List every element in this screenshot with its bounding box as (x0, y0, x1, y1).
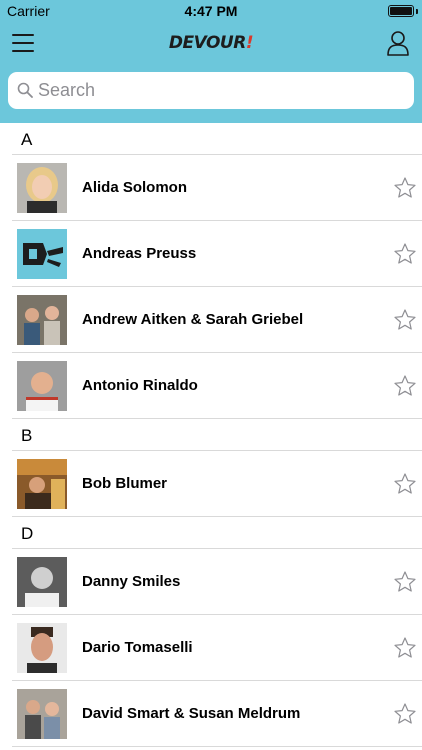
logo-text: DEVOUR (168, 33, 246, 53)
avatar (17, 557, 67, 607)
list-item[interactable]: Danny Smiles (12, 549, 422, 615)
avatar (17, 229, 67, 279)
battery-icon (388, 5, 414, 17)
person-name: Alida Solomon (82, 179, 187, 196)
list-item[interactable]: Bob Blumer (12, 451, 422, 517)
profile-icon[interactable] (386, 30, 410, 56)
contact-list: A Alida Solomon Andreas Preuss Andrew Aitke… (0, 123, 422, 747)
section-header-b: B (12, 419, 422, 451)
avatar (17, 623, 67, 673)
list-item[interactable]: Antonio Rinaldo (12, 353, 422, 419)
logo-bang: ! (245, 33, 254, 53)
person-name: Bob Blumer (82, 475, 168, 492)
status-bar: Carrier 4:47 PM (0, 0, 422, 24)
search-bar[interactable] (8, 72, 414, 109)
star-icon[interactable] (393, 308, 417, 332)
avatar (17, 361, 67, 411)
search-input[interactable] (38, 72, 404, 109)
section-letter: A (21, 130, 33, 149)
section-header-a: A (12, 123, 422, 155)
person-name: Antonio Rinaldo (82, 377, 198, 394)
star-icon[interactable] (393, 374, 417, 398)
star-icon[interactable] (393, 636, 417, 660)
person-name: Danny Smiles (82, 573, 181, 590)
section-header-d: D (12, 517, 422, 549)
battery-tip (416, 9, 418, 14)
list-item[interactable]: Andrew Aitken & Sarah Griebel (12, 287, 422, 353)
section-letter: D (21, 524, 34, 543)
search-icon (17, 82, 33, 98)
app-logo: DEVOUR! (0, 33, 422, 53)
avatar (17, 689, 67, 739)
person-name: Andreas Preuss (82, 245, 197, 262)
avatar (17, 163, 67, 213)
person-name: Dario Tomaselli (82, 639, 193, 656)
star-icon[interactable] (393, 702, 417, 726)
list-item[interactable]: David Smart & Susan Meldrum (12, 681, 422, 747)
star-icon[interactable] (393, 570, 417, 594)
app-header: Carrier 4:47 PM DEVOUR! (0, 0, 422, 123)
nav-bar: DEVOUR! (0, 24, 422, 66)
section-letter: B (21, 426, 33, 445)
avatar (17, 459, 67, 509)
list-item[interactable]: Dario Tomaselli (12, 615, 422, 681)
list-item[interactable]: Andreas Preuss (12, 221, 422, 287)
star-icon[interactable] (393, 472, 417, 496)
list-item[interactable]: Alida Solomon (12, 155, 422, 221)
avatar (17, 295, 67, 345)
person-name: David Smart & Susan Meldrum (82, 705, 301, 722)
status-time: 4:47 PM (184, 3, 238, 19)
star-icon[interactable] (393, 176, 417, 200)
star-icon[interactable] (393, 242, 417, 266)
person-name: Andrew Aitken & Sarah Griebel (82, 311, 304, 328)
